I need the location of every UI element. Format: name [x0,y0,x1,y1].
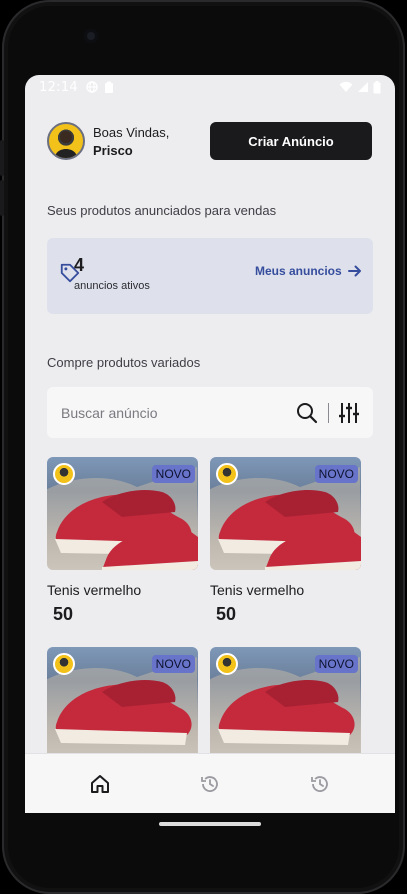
seller-avatar [216,653,238,675]
product-title: Tenis vermelho [210,582,305,598]
new-badge: NOVO [151,465,195,483]
my-ads-link-label: Meus anuncios [255,264,342,278]
status-bar: 12:14 [25,75,395,99]
product-image: NOVO [210,457,361,570]
status-time: 12:14 [39,79,78,95]
arrow-right-icon [347,265,361,277]
seller-avatar [53,463,75,485]
product-card[interactable]: NOVO [47,647,198,760]
product-card[interactable]: NOVO Tenis vermelho 50 [210,457,361,625]
my-products-title: Seus produtos anunciados para vendas [47,203,277,218]
search-divider [328,402,329,423]
avatar[interactable] [47,122,85,160]
search-bar: Buscar anúncio [47,387,373,438]
camera-icon [84,29,98,43]
history-icon[interactable] [309,773,331,795]
battery-icon [373,80,381,93]
product-price: 50 [53,604,74,624]
active-ads-count: 4 [74,255,85,275]
header: Boas Vindas, Prisco Criar Anúncio [47,122,373,160]
product-card[interactable]: NOVO [210,647,361,760]
greeting: Boas Vindas, Prisco [93,124,169,160]
greeting-text: Boas Vindas, [93,125,170,140]
signal-icon [358,82,368,92]
user-name: Prisco [93,143,133,158]
seller-avatar [53,653,75,675]
product-title: Tenis vermelho [47,582,142,598]
home-indicator[interactable] [159,822,261,826]
active-ads-label: anuncios ativos [74,280,150,292]
product-image: NOVO [47,647,198,760]
globe-icon [86,81,98,93]
tab-bar [25,753,395,813]
user-photo [55,131,77,158]
new-badge: NOVO [314,465,358,483]
home-icon[interactable] [89,773,111,795]
product-image: NOVO [47,457,198,570]
new-badge: NOVO [314,655,358,673]
create-ad-button[interactable]: Criar Anúncio [210,122,372,160]
product-card[interactable]: NOVO Tenis vermelho 50 [47,457,198,625]
volume-button [0,180,4,216]
app-screen: 12:14 Boas Vindas, Prisco Criar Anúncio … [25,75,395,813]
wifi-icon [339,81,353,92]
search-icon[interactable] [296,402,318,424]
filter-icon[interactable] [339,402,359,424]
seller-avatar [216,463,238,485]
my-ads-link[interactable]: Meus anuncios [255,264,362,278]
product-price: 50 [216,604,237,624]
clipboard-icon [104,81,113,93]
browse-title: Compre produtos variados [47,355,201,370]
volume-button [0,140,4,176]
history-icon[interactable] [199,773,221,795]
new-badge: NOVO [151,655,195,673]
product-image: NOVO [210,647,361,760]
search-input[interactable]: Buscar anúncio [61,405,296,421]
